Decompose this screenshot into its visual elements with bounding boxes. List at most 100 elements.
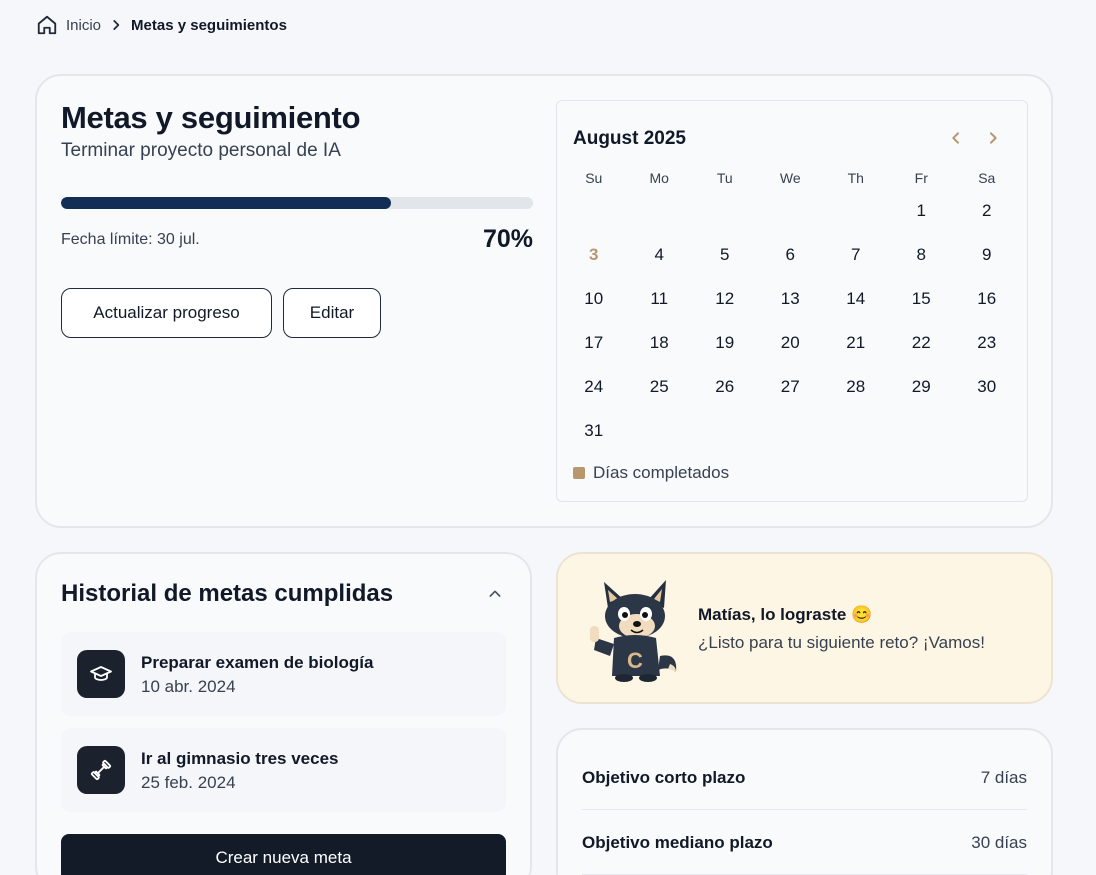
congrats-text: ¿Listo para tu siguiente reto? ¡Vamos! [698, 633, 985, 652]
calendar-day[interactable]: 5 [692, 233, 758, 277]
calendar-day[interactable]: 25 [627, 365, 693, 409]
chevron-right-icon[interactable] [982, 127, 1004, 149]
history-item[interactable]: Preparar examen de biología 10 abr. 2024 [61, 632, 506, 716]
calendar-empty-cell [758, 409, 824, 453]
chevron-right-icon [109, 18, 123, 32]
calendar-day[interactable]: 14 [823, 277, 889, 321]
calendar-day[interactable]: 21 [823, 321, 889, 365]
calendar-week-row: 10 11 12 13 14 15 16 [561, 277, 1025, 321]
objective-value: 30 días [971, 832, 1027, 852]
objective-label: Objetivo corto plazo [582, 767, 746, 787]
calendar-empty-cell [954, 409, 1020, 453]
calendar-empty-cell [823, 189, 889, 233]
calendar-week-row: 3456789 [561, 233, 1025, 277]
calendar-day[interactable]: 17 [561, 321, 627, 365]
calendar-day[interactable]: 13 [758, 277, 824, 321]
calendar-day[interactable]: 4 [627, 233, 693, 277]
weekday-label: Th [847, 170, 864, 186]
graduation-cap-icon [77, 650, 125, 698]
calendar-day[interactable]: 22 [889, 321, 955, 365]
dumbbell-icon [77, 746, 125, 794]
calendar-day[interactable]: 9 [954, 233, 1020, 277]
history-card: Historial de metas cumplidas Preparar ex… [35, 552, 532, 875]
legend-swatch [573, 467, 585, 479]
calendar-empty-cell [627, 409, 693, 453]
calendar-day[interactable]: 24 [561, 365, 627, 409]
chevron-up-icon[interactable] [485, 584, 505, 604]
svg-text:C: C [627, 648, 643, 673]
calendar-day[interactable]: 28 [823, 365, 889, 409]
calendar-day[interactable]: 15 [889, 277, 955, 321]
history-item-name: Preparar examen de biología [141, 653, 374, 672]
congrats-title: Matías, lo lograste 😊 [698, 605, 873, 624]
objective-row: Objetivo mediano plazo 30 días [582, 811, 1027, 875]
objective-row: Objetivo corto plazo 7 días [582, 746, 1027, 810]
calendar-week-row: 12 [561, 189, 1025, 233]
calendar-day[interactable]: 31 [561, 409, 627, 453]
calendar-week-row: 24 25 26 27 28 29 30 [561, 365, 1025, 409]
calendar-day[interactable]: 29 [889, 365, 955, 409]
calendar-day[interactable]: 20 [758, 321, 824, 365]
calendar-day[interactable]: 8 [889, 233, 955, 277]
calendar-day[interactable]: 10 [561, 277, 627, 321]
calendar-day[interactable]: 3 [561, 233, 627, 277]
calendar-weekday-row: Su Mo Tu We Th Fr Sa [561, 167, 1025, 189]
calendar-empty-cell [627, 189, 693, 233]
mascot-illustration: C [586, 578, 682, 682]
calendar-empty-cell [758, 189, 824, 233]
breadcrumb-home-link[interactable]: Inicio [66, 17, 101, 34]
calendar-month-title: August 2025 [573, 128, 686, 149]
history-item-name: Ir al gimnasio tres veces [141, 749, 339, 768]
calendar-day[interactable]: 23 [954, 321, 1020, 365]
weekday-label: Su [585, 170, 603, 186]
goal-card: Metas y seguimiento Terminar proyecto pe… [35, 74, 1053, 528]
weekday-label: Tu [716, 170, 733, 186]
progress-bar [61, 197, 533, 209]
calendar-day[interactable]: 6 [758, 233, 824, 277]
calendar-day[interactable]: 19 [692, 321, 758, 365]
calendar-day[interactable]: 26 [692, 365, 758, 409]
create-goal-button[interactable]: Crear nueva meta [61, 834, 506, 875]
chevron-left-icon[interactable] [945, 127, 967, 149]
calendar-day[interactable]: 18 [627, 321, 693, 365]
history-item-date: 25 feb. 2024 [141, 773, 236, 792]
calendar-day[interactable]: 1 [889, 189, 955, 233]
calendar-empty-cell [692, 189, 758, 233]
page: Inicio Metas y seguimientos Metas y segu… [0, 0, 1096, 875]
calendar-weeks: 1 2 3 4 5 6 7 8 9 10 11 12 13 14 15 16 17 18 19 20 21 22 23 24 2… [561, 189, 1025, 453]
calendar-day[interactable]: 11 [627, 277, 693, 321]
calendar-empty-cell [561, 189, 627, 233]
calendar-day[interactable]: 27 [758, 365, 824, 409]
home-icon[interactable] [36, 14, 58, 36]
calendar: August 2025 Su Mo Tu We Th Fr Sa 1 2 3 4 5 6 7 8 9 10 11… [556, 100, 1028, 502]
calendar-day[interactable]: 2 [954, 189, 1020, 233]
update-progress-button[interactable]: Actualizar progreso [61, 288, 272, 338]
calendar-day[interactable]: 16 [954, 277, 1020, 321]
calendar-day[interactable]: 30 [954, 365, 1020, 409]
progress-percentage: 70% [482, 225, 533, 253]
progress-bar-fill [61, 197, 392, 209]
calendar-week-row: 17 18 19 20 21 22 23 [561, 321, 1025, 365]
weekday-label: Mo [649, 170, 669, 186]
calendar-day[interactable]: 7 [823, 233, 889, 277]
calendar-legend: Días completados [573, 463, 729, 483]
edit-button[interactable]: Editar [283, 288, 381, 338]
calendar-empty-cell [692, 409, 758, 453]
breadcrumb-current: Metas y seguimientos [131, 16, 287, 34]
breadcrumb: Inicio Metas y seguimientos [36, 14, 287, 36]
calendar-empty-cell [889, 409, 955, 453]
weekday-label: Fr [914, 170, 928, 186]
history-title: Historial de metas cumplidas [61, 580, 394, 607]
calendar-week-row: 31 [561, 409, 1025, 453]
history-item-date: 10 abr. 2024 [141, 677, 236, 696]
congrats-card: C Matías, lo lograste 😊 ¿Listo para tu s… [556, 552, 1053, 704]
calendar-grid: Su Mo Tu We Th Fr Sa 1 2 3 4 5 6 7 8 9 10 11 12 13 14 15 16 17… [561, 167, 1025, 453]
objectives-card: Objetivo corto plazo 7 días Objetivo med… [556, 728, 1053, 875]
weekday-label: Sa [978, 170, 996, 186]
legend-label: Días completados [593, 463, 730, 482]
calendar-empty-cell [823, 409, 889, 453]
goal-subtitle: Terminar proyecto personal de IA [61, 140, 341, 161]
history-item[interactable]: Ir al gimnasio tres veces 25 feb. 2024 [61, 728, 506, 812]
calendar-day[interactable]: 12 [692, 277, 758, 321]
deadline-text: Fecha límite: 30 jul. [61, 231, 200, 248]
